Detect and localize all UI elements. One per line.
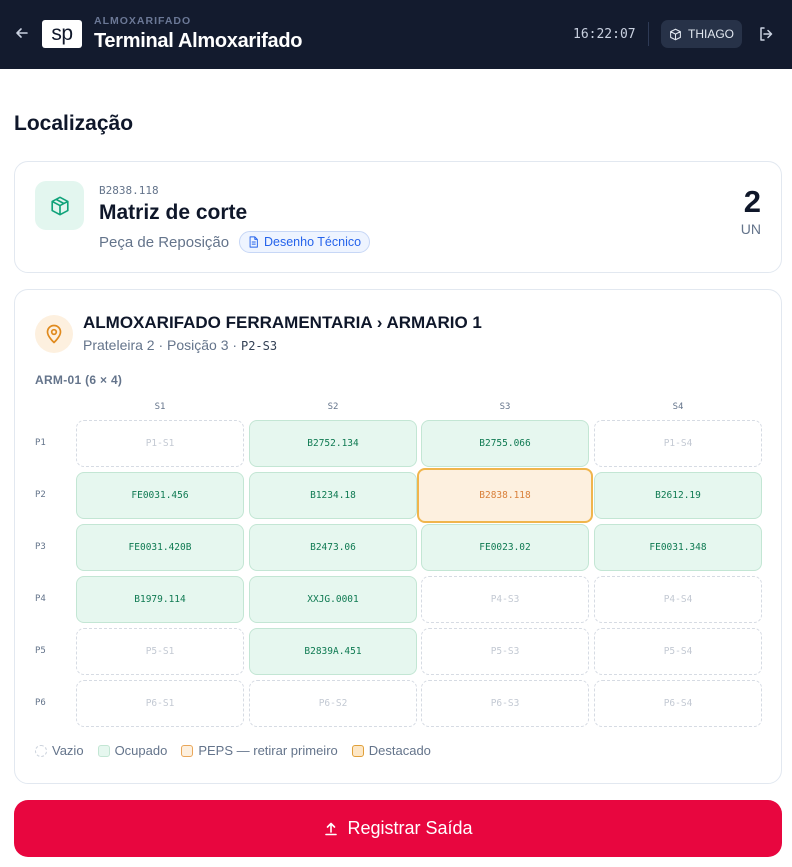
row-label-p3: P3	[35, 542, 46, 552]
row-label-p6: P6	[35, 698, 46, 708]
grid-cell-occupied[interactable]: FE0023.02	[421, 524, 589, 571]
legend-swatch-highlight	[351, 744, 364, 757]
grid-cell-occupied[interactable]: FE0031.420B	[76, 524, 244, 571]
grid-cell-occupied[interactable]: B2612.19	[594, 472, 762, 519]
user-name: THIAGO	[687, 27, 734, 41]
legend-swatch-occupied	[97, 744, 110, 757]
location-card: ALMOXARIFADO FERRAMENTARIA › ARMARIO 1 P…	[14, 289, 782, 784]
register-exit-label: Registrar Saída	[347, 818, 473, 838]
legend-item-highlight: Destacado	[351, 743, 431, 758]
row-label-p1: P1	[35, 438, 46, 448]
legend-label: Ocupado	[114, 743, 168, 758]
location-detail: Prateleira 2 · Posição 3 · P2-S3	[83, 337, 277, 353]
product-code: B2838.118	[99, 184, 159, 197]
legend-item-occupied: Ocupado	[97, 743, 168, 758]
column-label-s3: S3	[499, 402, 511, 412]
grid-cell-empty[interactable]: P4-S4	[594, 576, 762, 623]
document-icon	[249, 236, 258, 248]
column-label-s1: S1	[154, 402, 166, 412]
back-arrow-icon[interactable]	[14, 25, 30, 41]
product-unit: UN	[740, 221, 761, 237]
user-cube-icon	[670, 28, 681, 40]
grid-cell-occupied[interactable]: B2755.066	[421, 420, 589, 467]
grid-cell-occupied[interactable]: B2473.06	[249, 524, 417, 571]
column-label-s2: S2	[327, 402, 339, 412]
technical-drawing-badge[interactable]: Desenho Técnico	[239, 231, 371, 253]
location-detail-text: Prateleira 2 · Posição 3 ·	[83, 337, 238, 353]
grid-cell-highlight[interactable]: B2838.118	[417, 468, 593, 523]
product-icon-container	[35, 181, 84, 230]
location-icon-container	[35, 315, 73, 353]
grid-cell-empty[interactable]: P6-S2	[249, 680, 417, 727]
grid-cell-occupied[interactable]: FE0031.456	[76, 472, 244, 519]
grid-cell-empty[interactable]: P1-S1	[76, 420, 244, 467]
grid-cell-empty[interactable]: P4-S3	[421, 576, 589, 623]
grid-cell-empty[interactable]: P5-S4	[594, 628, 762, 675]
product-name: Matriz de corte	[99, 201, 248, 224]
location-detail-code: P2-S3	[240, 339, 278, 353]
grid-cell-occupied[interactable]: B2752.134	[249, 420, 417, 467]
grid-cell-occupied[interactable]: B1234.18	[249, 472, 417, 519]
upload-icon	[325, 822, 338, 835]
grid-cell-empty[interactable]: P6-S3	[421, 680, 589, 727]
grid-cell-occupied[interactable]: B2839A.451	[249, 628, 417, 675]
grid-cell-occupied[interactable]: XXJG.0001	[249, 576, 417, 623]
package-icon	[50, 195, 69, 216]
cabinet-label: ARM-01 (6 × 4)	[35, 373, 123, 387]
register-exit-button[interactable]: Registrar Saída	[14, 800, 782, 857]
grid-cell-empty[interactable]: P1-S4	[594, 420, 762, 467]
legend-item-empty: Vazio	[35, 743, 84, 758]
row-label-p2: P2	[35, 490, 46, 500]
product-quantity: 2	[743, 184, 761, 219]
location-path: ALMOXARIFADO FERRAMENTARIA › ARMARIO 1	[83, 313, 482, 332]
product-card: B2838.118 Matriz de corte Peça de Reposi…	[14, 161, 782, 273]
logout-icon[interactable]	[758, 26, 774, 42]
map-pin-icon	[46, 324, 62, 344]
header-divider	[648, 22, 649, 46]
grid-cell-empty[interactable]: P6-S4	[594, 680, 762, 727]
row-label-p5: P5	[35, 646, 46, 656]
legend-label: PEPS — retirar primeiro	[198, 743, 338, 758]
grid-cell-occupied[interactable]: B1979.114	[76, 576, 244, 623]
grid-legend: Vazio Ocupado PEPS — retirar primeiro Desta…	[35, 743, 445, 758]
app-logo: sp	[42, 20, 82, 48]
app-header: sp ALMOXARIFADO Terminal Almoxarifado 16…	[0, 0, 792, 69]
grid-cell-empty[interactable]: P5-S1	[76, 628, 244, 675]
user-chip[interactable]: THIAGO	[661, 20, 742, 48]
column-label-s4: S4	[672, 402, 684, 412]
row-label-p4: P4	[35, 594, 46, 604]
grid-cell-occupied[interactable]: FE0031.348	[594, 524, 762, 571]
legend-label: Vazio	[52, 743, 84, 758]
grid-cell-empty[interactable]: P6-S1	[76, 680, 244, 727]
legend-swatch-peps	[181, 744, 194, 757]
app-eyebrow: ALMOXARIFADO	[94, 15, 192, 27]
legend-label: Destacado	[368, 743, 431, 758]
app-title: Terminal Almoxarifado	[94, 30, 303, 52]
legend-item-peps: PEPS — retirar primeiro	[181, 743, 338, 758]
clock: 16:22:07	[573, 27, 636, 42]
product-type: Peça de Reposição	[99, 234, 230, 251]
grid-cell-empty[interactable]: P5-S3	[421, 628, 589, 675]
doc-badge-label: Desenho Técnico	[264, 235, 362, 249]
legend-swatch-empty	[35, 744, 47, 757]
page-title: Localização	[14, 112, 134, 135]
